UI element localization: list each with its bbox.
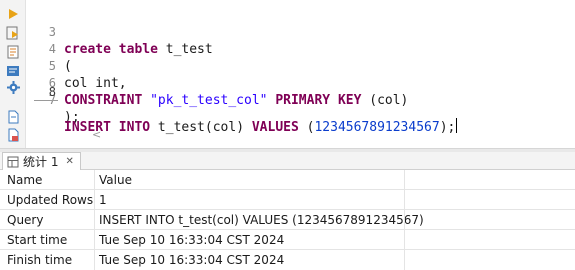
column-divider <box>404 170 405 270</box>
close-icon[interactable]: ✕ <box>65 156 73 167</box>
text-caret <box>456 118 458 133</box>
table-row[interactable]: Finish time Tue Sep 10 16:33:04 CST 2024 <box>0 250 575 270</box>
tab-label: 统计 1 <box>23 155 59 169</box>
table-row[interactable]: Updated Rows 1 <box>0 190 575 210</box>
code-line[interactable]: 5 col int, <box>26 41 575 91</box>
code-token: INSERT INTO <box>64 120 158 135</box>
row-name: Finish time <box>7 253 73 267</box>
format-icon[interactable] <box>5 63 21 79</box>
grid-header-row: Name Value <box>0 170 575 190</box>
settings-icon[interactable] <box>5 79 21 95</box>
row-name: Start time <box>7 233 68 247</box>
column-divider <box>94 170 95 270</box>
code-line[interactable]: 4 ( <box>26 24 575 74</box>
row-value: 1 <box>99 193 107 207</box>
execute-script-icon[interactable] <box>5 25 21 41</box>
export-icon[interactable] <box>5 127 21 143</box>
editor-toolbar <box>0 0 26 148</box>
code-line-current[interactable]: 8 INSERT INTO t_test(col) VALUES (123456… <box>26 84 575 135</box>
code-token: 1234567891234567 <box>314 120 440 135</box>
line-number: 8 <box>48 85 56 99</box>
row-value: Tue Sep 10 16:33:04 CST 2024 <box>99 253 285 267</box>
code-line[interactable]: 3 create table t_test <box>26 7 575 57</box>
sql-editor[interactable]: 3 create table t_test 4 ( 5 col int, 6 C… <box>26 0 575 148</box>
row-value: INSERT INTO t_test(col) VALUES (12345678… <box>99 213 424 227</box>
code-token: VALUES <box>251 120 307 135</box>
current-line-marker <box>34 100 58 101</box>
row-name: Query <box>7 213 44 227</box>
code-line[interactable]: 6 CONSTRAINT "pk_t_test_col" PRIMARY KEY… <box>26 58 575 108</box>
column-header-name[interactable]: Name <box>7 170 42 190</box>
column-header-value[interactable]: Value <box>99 170 132 190</box>
scroll-left-icon[interactable]: < <box>92 128 101 141</box>
table-row[interactable]: Start time Tue Sep 10 16:33:04 CST 2024 <box>0 230 575 250</box>
run-icon[interactable] <box>5 6 21 22</box>
table-row[interactable]: Query INSERT INTO t_test(col) VALUES (12… <box>0 210 575 230</box>
row-value: Tue Sep 10 16:33:04 CST 2024 <box>99 233 285 247</box>
explain-plan-icon[interactable] <box>5 44 21 60</box>
tab-statistics[interactable]: 统计 1 ✕ <box>2 152 81 170</box>
code-token: ); <box>439 120 456 135</box>
code-token: t_test(col) <box>157 120 252 135</box>
new-script-icon[interactable] <box>5 109 21 125</box>
statistics-grid: Name Value Updated Rows 1 Query INSERT I… <box>0 170 575 270</box>
statistics-icon <box>7 156 19 167</box>
results-tab-strip: 统计 1 ✕ <box>0 152 575 170</box>
row-name: Updated Rows <box>7 193 94 207</box>
